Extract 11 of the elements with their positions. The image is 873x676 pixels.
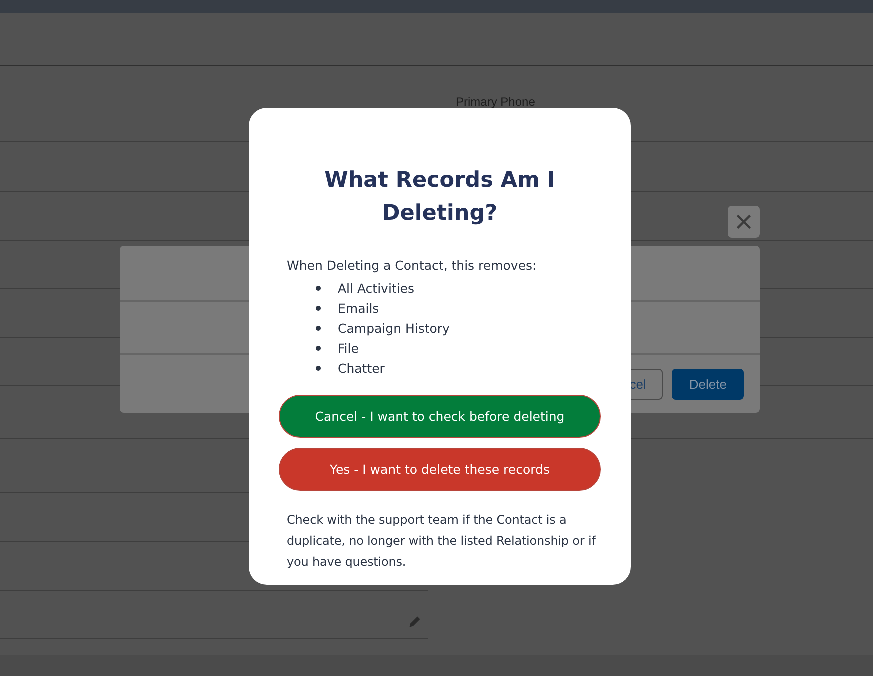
intro-text: When Deleting a Contact, this removes:: [287, 258, 538, 273]
list-item: All Activities: [338, 280, 414, 296]
list-item: Emails: [338, 300, 380, 316]
list-item: Chatter: [338, 360, 385, 376]
list-item: File: [338, 340, 359, 356]
note-text: Check with the support team if the Contact is a duplicate, no longer with the listed Relationship or if you have questions.: [287, 512, 598, 571]
delete-button[interactable]: Yes - I want to delete these records: [279, 448, 601, 491]
list-item: Campaign History: [338, 320, 450, 336]
delete-button[interactable]: Delete: [672, 368, 744, 400]
cancel-button[interactable]: Cancel - I want to check before deleting: [279, 395, 601, 438]
modal-title: What Records Am I Deleting?: [324, 167, 556, 228]
